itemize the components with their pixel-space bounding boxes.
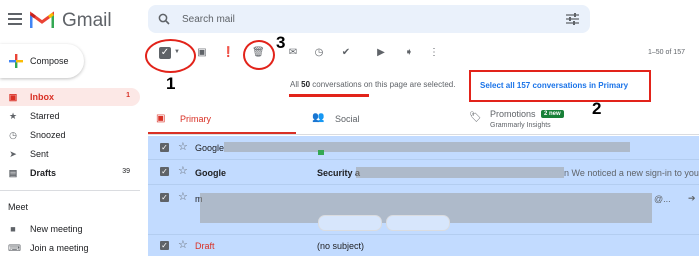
- search-bar[interactable]: Search mail: [148, 5, 590, 33]
- new-badge: 2 new: [541, 110, 564, 118]
- sidebar-item-label: Starred: [30, 111, 60, 121]
- tag-icon: 🏷: [469, 112, 482, 123]
- row-sender: Google: [195, 168, 226, 178]
- attachment-chip[interactable]: [318, 215, 382, 231]
- pagination-text: 1–50 of 157: [648, 49, 685, 56]
- tab-sublabel: Grammarly Insights: [490, 122, 551, 129]
- annotation-circle-1: [145, 39, 196, 73]
- redacted-content: [224, 142, 630, 152]
- selection-suffix: conversations on this page are selected.: [310, 80, 456, 89]
- meet-item-label: Join a meeting: [30, 243, 89, 253]
- annotation-number-1: 1: [166, 74, 176, 93]
- redacted-content: [356, 167, 564, 178]
- join-meeting-button[interactable]: ⌨ Join a meeting: [0, 239, 140, 257]
- compose-label: Compose: [30, 56, 69, 66]
- star-icon[interactable]: ☆: [178, 192, 188, 203]
- draft-icon: ▤: [8, 168, 18, 178]
- row-snippet: n We noticed a new sign-in to your: [564, 168, 699, 178]
- star-icon: ★: [8, 111, 18, 121]
- row-checkbox[interactable]: ✓: [160, 143, 169, 152]
- sidebar-item-label: Snoozed: [30, 130, 66, 140]
- sidebar-item-label: Drafts: [30, 168, 57, 178]
- sidebar-item-sent[interactable]: ➤ Sent: [0, 145, 140, 163]
- select-all-conversations-link[interactable]: Select all 157 conversations in Primary: [480, 81, 628, 90]
- search-input[interactable]: Search mail: [182, 14, 235, 25]
- star-icon[interactable]: ☆: [178, 166, 188, 177]
- search-options-icon[interactable]: [566, 13, 579, 25]
- sidebar-item-label: Inbox: [30, 92, 54, 102]
- meet-title: Meet: [8, 202, 29, 212]
- more-options-icon[interactable]: ⋮: [428, 47, 440, 59]
- drafts-count: 39: [122, 168, 130, 175]
- attachment-chip[interactable]: [386, 215, 450, 231]
- annotation-number-3: 3: [276, 33, 286, 52]
- sidebar-item-starred[interactable]: ★ Starred: [0, 107, 140, 125]
- sidebar-item-snoozed[interactable]: ◷ Snoozed: [0, 126, 140, 144]
- tabs-divider: [148, 134, 699, 135]
- tab-label: Social: [335, 114, 360, 124]
- snooze-icon[interactable]: ◷: [313, 47, 325, 59]
- new-meeting-button[interactable]: ■ New meeting: [0, 220, 140, 238]
- gmail-wordmark: Gmail: [62, 10, 112, 31]
- main-menu-button[interactable]: [8, 10, 22, 25]
- row-checkbox[interactable]: ✓: [160, 193, 169, 202]
- table-row[interactable]: ✓ ☆ Google: [148, 136, 699, 160]
- row-sender: Google: [195, 143, 225, 153]
- clock-icon: ◷: [9, 130, 17, 140]
- tab-social[interactable]: 👥 Social: [307, 104, 457, 134]
- table-row[interactable]: ✓ ☆ Draft (no subject): [148, 235, 699, 256]
- row-checkbox[interactable]: ✓: [160, 241, 169, 250]
- meet-item-label: New meeting: [30, 224, 83, 234]
- green-chip: [318, 150, 324, 155]
- tab-promotions[interactable]: 🏷 Promotions 2 new Grammarly Insights: [465, 104, 665, 134]
- video-camera-icon: ■: [10, 224, 16, 234]
- selection-count: 50: [301, 80, 311, 89]
- inbox-icon: ▣: [8, 92, 18, 102]
- star-icon[interactable]: ☆: [178, 142, 188, 153]
- annotation-circle-3: [243, 40, 275, 70]
- tab-label: Primary: [180, 114, 211, 124]
- row-checkbox[interactable]: ✓: [160, 167, 169, 176]
- row-action-icon[interactable]: ➔: [688, 193, 696, 204]
- label-icon[interactable]: ➧: [403, 47, 415, 59]
- plus-icon: [9, 54, 23, 68]
- archive-icon[interactable]: ▣: [196, 47, 208, 59]
- sidebar-item-inbox[interactable]: ▣ Inbox 1: [0, 88, 140, 106]
- selection-banner: All 50 conversations on this page are se…: [290, 80, 455, 89]
- table-row[interactable]: ✓ ☆ m @... ➔: [148, 185, 699, 235]
- annotation-underline: [289, 94, 369, 97]
- search-icon: [158, 13, 170, 25]
- keyboard-icon: ⌨: [8, 243, 21, 253]
- sidebar-divider: [0, 190, 140, 191]
- row-subject: Security a: [317, 168, 361, 178]
- unread-count: 1: [126, 92, 130, 99]
- add-to-tasks-icon[interactable]: ✔: [340, 47, 352, 59]
- row-sender: Draft: [195, 241, 215, 251]
- table-row[interactable]: ✓ ☆ Google Security a n We noticed a new…: [148, 160, 699, 185]
- tab-primary[interactable]: ▣ Primary: [148, 104, 296, 135]
- row-snippet: @...: [654, 194, 671, 204]
- sidebar-item-drafts[interactable]: ▤ Drafts 39: [0, 164, 140, 182]
- star-icon[interactable]: ☆: [178, 240, 188, 251]
- sidebar-item-label: Sent: [30, 149, 49, 159]
- tab-label: Promotions: [490, 109, 536, 119]
- mark-as-read-icon[interactable]: ✉: [287, 47, 299, 59]
- send-icon: ➤: [9, 149, 17, 159]
- inbox-tab-icon: ▣: [156, 113, 166, 124]
- row-subject: (no subject): [317, 241, 365, 251]
- gmail-logo[interactable]: Gmail: [30, 8, 112, 32]
- compose-button[interactable]: Compose: [0, 44, 84, 78]
- people-icon: 👥: [312, 112, 325, 123]
- selection-prefix: All: [290, 80, 302, 89]
- report-spam-icon[interactable]: ❗: [222, 47, 234, 59]
- gmail-m-icon: [30, 11, 54, 28]
- move-to-icon[interactable]: ▶: [375, 47, 387, 59]
